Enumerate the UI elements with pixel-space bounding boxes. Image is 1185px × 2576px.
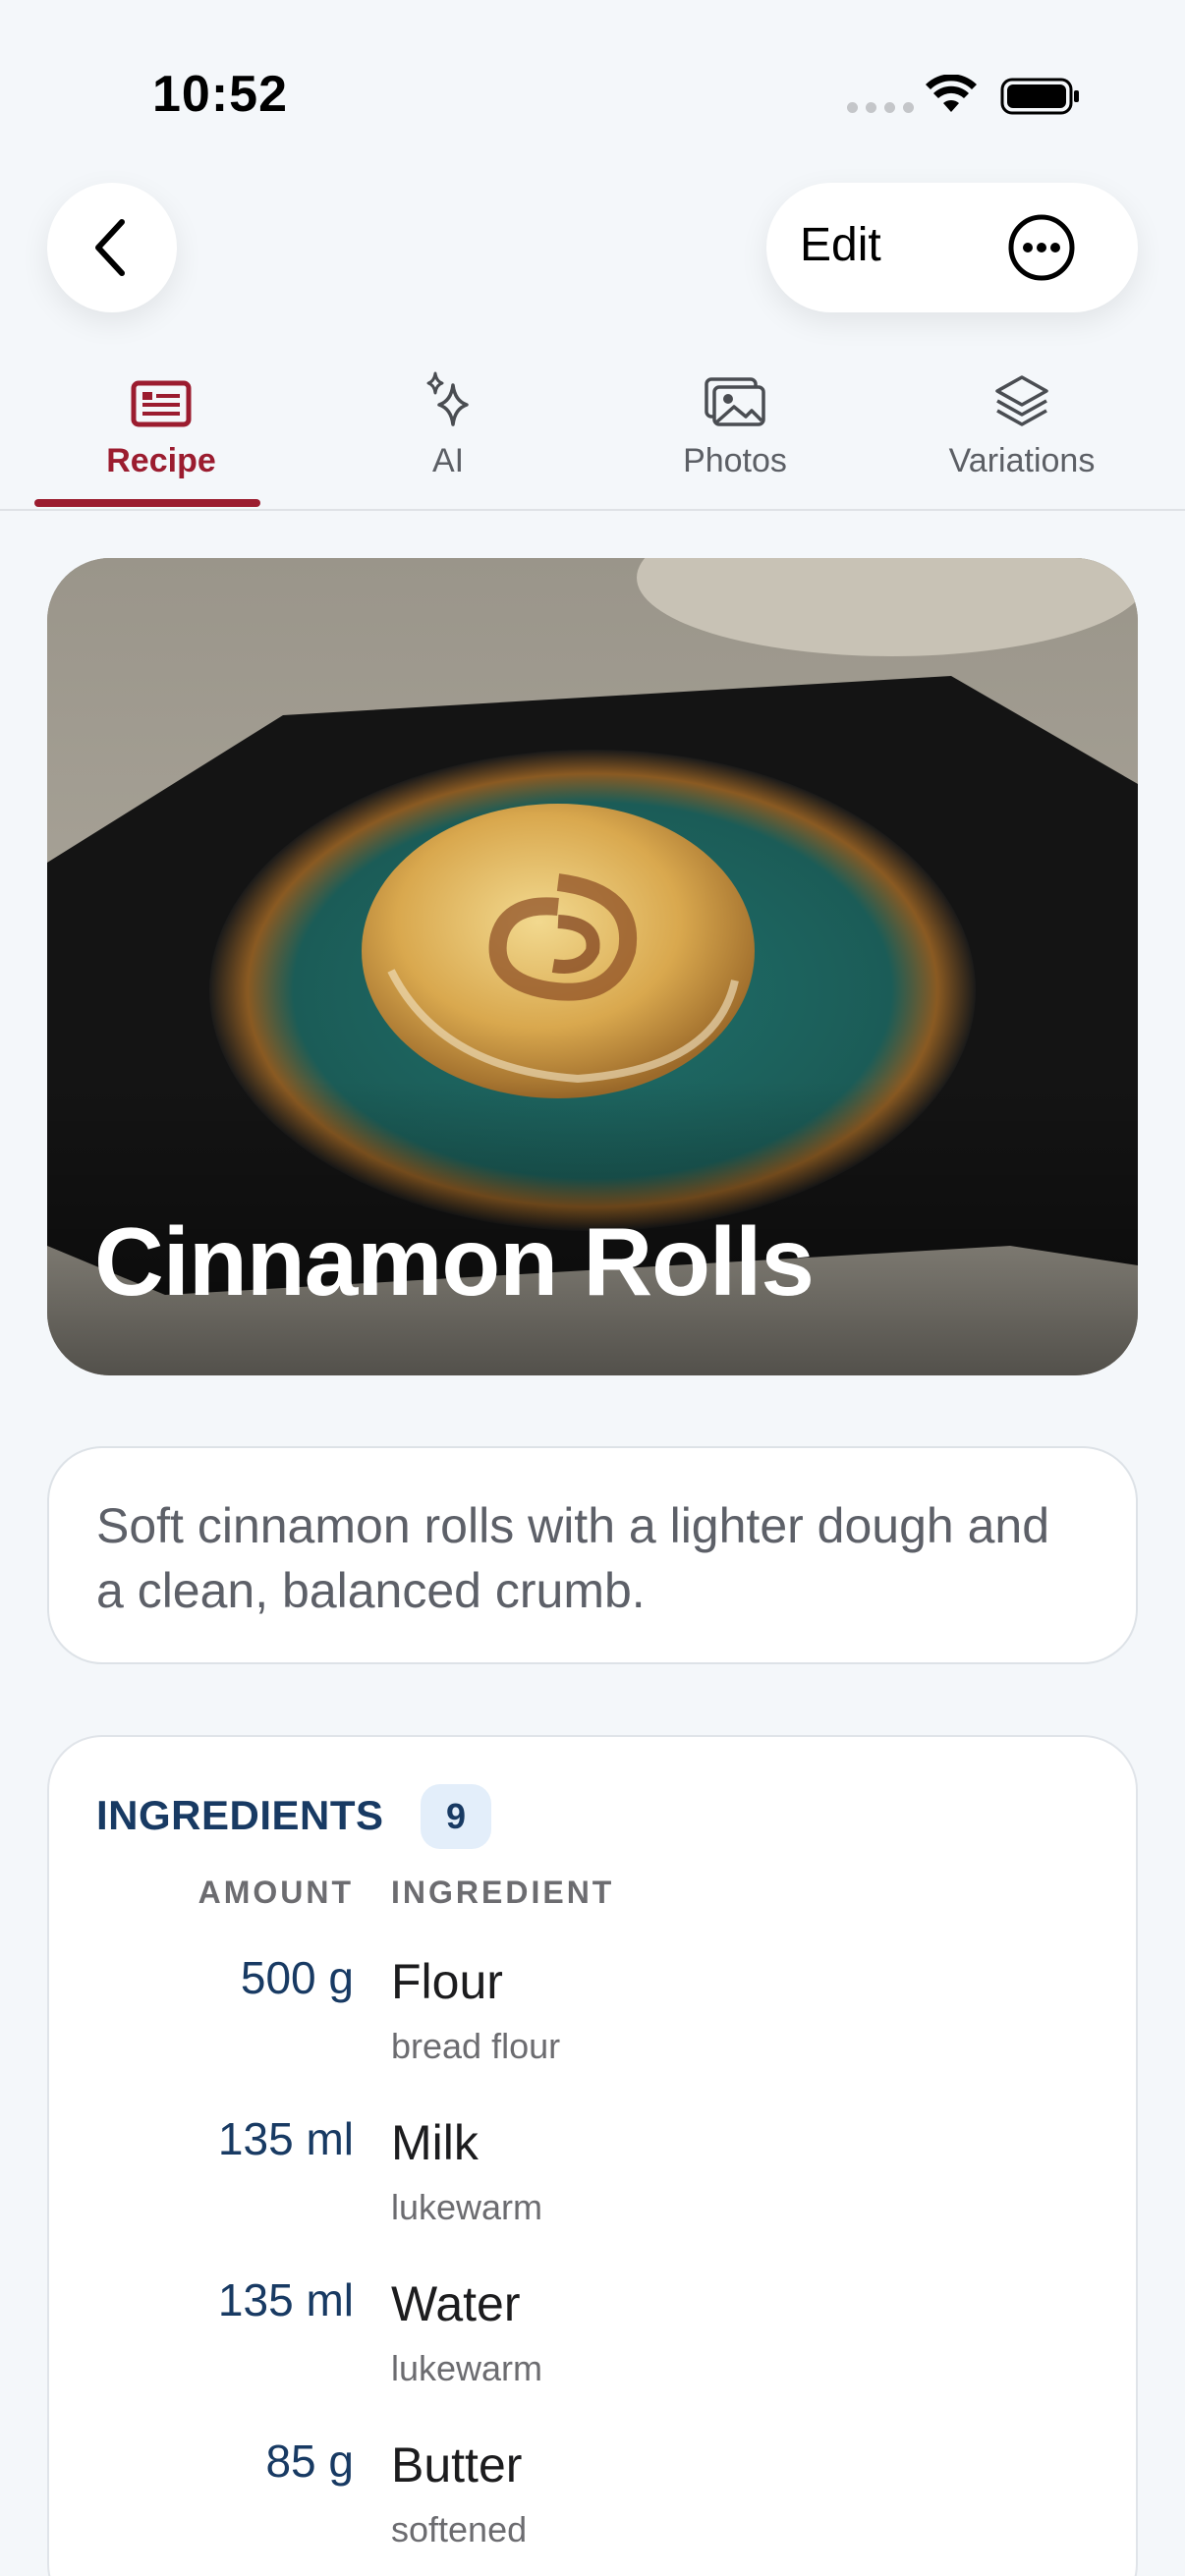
back-button[interactable] [47,183,177,312]
battery-icon [1000,78,1079,115]
ingredients-header: INGREDIENTS [96,1792,384,1838]
tab-ai[interactable]: AI [320,354,576,511]
edit-button[interactable]: Edit [800,218,881,272]
description-card: Soft cinnamon rolls with a lighter dough… [47,1446,1138,1664]
ingredient-amount: 500 g [240,1952,354,2003]
ingredient-name: Water [391,2276,521,2331]
ingredient-amount: 85 g [265,2436,354,2487]
ingredient-note: softened [391,2509,528,2549]
recipe-description: Soft cinnamon rolls with a lighter dough… [96,1498,1050,1618]
edit-actions-pill: Edit [766,183,1138,312]
tab-photos[interactable]: Photos [607,354,863,511]
ingredient-name: Milk [391,2115,479,2170]
ingredient-row[interactable]: 85 g Butter softened [49,2435,1136,2576]
recipe-icon [131,380,192,427]
ingredient-column-header: INGREDIENT [391,1875,615,1910]
ingredient-row[interactable]: 135 ml Water lukewarm [49,2273,1136,2435]
status-time: 10:52 [152,66,288,123]
chevron-left-icon [95,219,125,276]
tab-ai-label: AI [431,442,465,479]
ingredient-row[interactable]: 500 g Flour bread flour [49,1951,1136,2112]
more-options-icon[interactable] [1006,212,1077,283]
tab-recipe-label: Recipe [106,442,216,479]
ingredients-card: INGREDIENTS 9 AMOUNT INGREDIENT 500 g Fl… [47,1735,1138,2576]
wifi-icon [926,75,977,112]
photos-icon [705,377,765,426]
ingredient-note: bread flour [391,2026,561,2066]
amount-column-header: AMOUNT [198,1875,354,1910]
ingredient-row[interactable]: 135 ml Milk lukewarm [49,2112,1136,2273]
tab-variations-label: Variations [948,442,1096,479]
active-tab-indicator [34,499,260,507]
ingredient-name: Flour [391,1954,503,2009]
cellular-signal-icon [847,102,914,113]
ingredients-count-badge: 9 [421,1784,491,1849]
layers-icon [995,375,1048,426]
ingredient-amount: 135 ml [217,2274,354,2325]
sparkles-icon [426,371,469,426]
tab-recipe[interactable]: Recipe [33,354,289,511]
ingredient-amount: 135 ml [217,2113,354,2164]
tab-photos-label: Photos [683,442,787,479]
ingredient-note: lukewarm [391,2348,543,2388]
tab-variations[interactable]: Variations [894,354,1150,511]
recipe-title: Cinnamon Rolls [94,1207,815,1316]
recipe-hero-image[interactable]: Cinnamon Rolls [47,558,1138,1375]
status-bar: 10:52 [0,0,1185,167]
ingredient-name: Butter [391,2437,523,2492]
ingredient-note: lukewarm [391,2187,543,2227]
tab-bar: Recipe AI Photos Variations [0,354,1185,511]
